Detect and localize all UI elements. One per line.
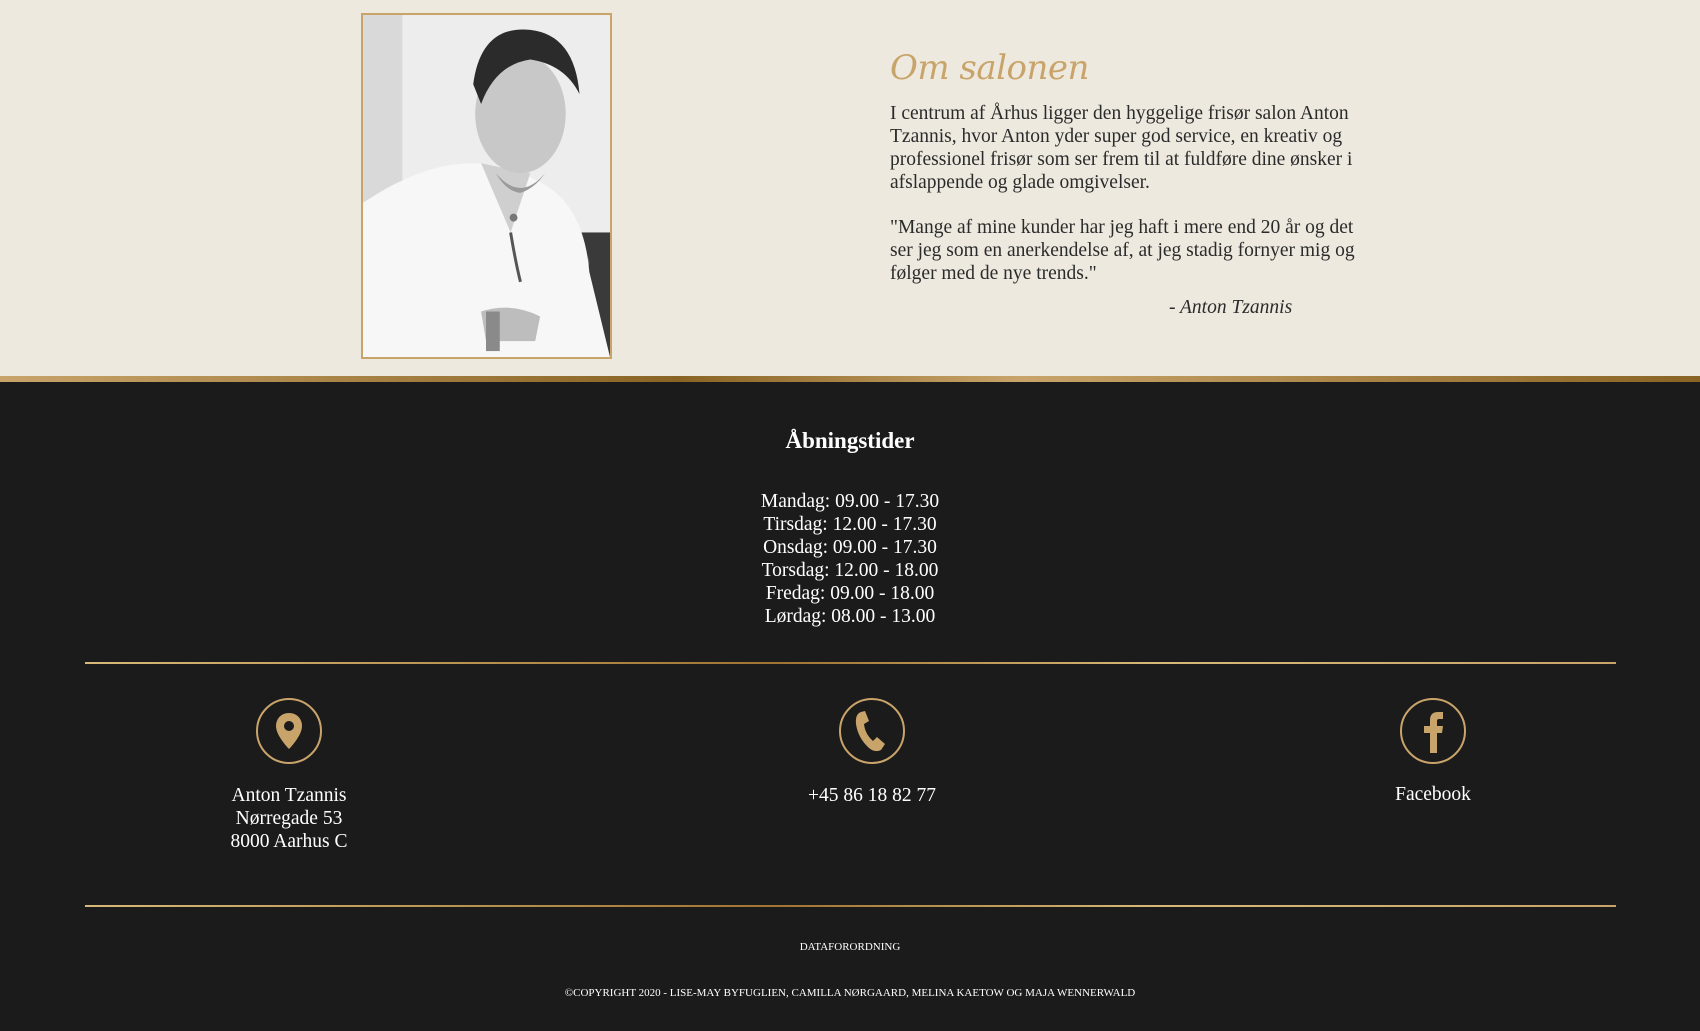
hours-monday: Mandag: 09.00 - 17.30 bbox=[760, 491, 940, 512]
address-column: Anton Tzannis Nørregade 53 8000 Aarhus C bbox=[139, 698, 439, 853]
about-section: Om salonen I centrum af Århus ligger den… bbox=[0, 0, 1700, 376]
hours-saturday: Lørdag: 08.00 - 13.00 bbox=[764, 606, 936, 627]
opening-hours-title: Åbningstider bbox=[785, 428, 915, 453]
about-paragraph: I centrum af Århus ligger den hyggelige … bbox=[890, 103, 1353, 193]
copyright-text: ©COPYRIGHT 2020 - LISE-MAY BYFUGLIEN, CA… bbox=[564, 987, 1136, 999]
address-text: Anton Tzannis Nørregade 53 8000 Aarhus C bbox=[139, 784, 439, 853]
footer-divider-bottom bbox=[85, 905, 1616, 907]
phone-number[interactable]: +45 86 18 82 77 bbox=[722, 784, 1022, 807]
privacy-link-row: DATAFORORDNING bbox=[0, 941, 1700, 953]
footer-divider-top bbox=[85, 662, 1616, 664]
opening-hours-list: Mandag: 09.00 - 17.30 Tirsdag: 12.00 - 1… bbox=[0, 490, 1700, 628]
location-pin-icon[interactable] bbox=[256, 698, 322, 764]
address-name: Anton Tzannis bbox=[231, 785, 347, 806]
hours-wednesday: Onsdag: 09.00 - 17.30 bbox=[763, 537, 937, 558]
about-signature: - Anton Tzannis bbox=[1169, 297, 1293, 318]
hours-friday: Fredag: 09.00 - 18.00 bbox=[765, 583, 935, 604]
phone-column: +45 86 18 82 77 bbox=[722, 698, 1022, 807]
facebook-link[interactable]: Facebook bbox=[1283, 783, 1583, 806]
about-title: Om salonen bbox=[890, 48, 1089, 88]
address-city: 8000 Aarhus C bbox=[230, 831, 348, 852]
hours-tuesday: Tirsdag: 12.00 - 17.30 bbox=[763, 514, 937, 535]
facebook-icon[interactable] bbox=[1400, 698, 1466, 764]
facebook-column: Facebook bbox=[1283, 698, 1583, 806]
privacy-link[interactable]: DATAFORORDNING bbox=[800, 941, 901, 953]
about-quote: "Mange af mine kunder har jeg haft i mer… bbox=[890, 217, 1355, 284]
address-street: Nørregade 53 bbox=[235, 808, 343, 829]
hours-thursday: Torsdag: 12.00 - 18.00 bbox=[761, 560, 939, 581]
owner-photo bbox=[361, 13, 612, 359]
site-footer: Åbningstider Mandag: 09.00 - 17.30 Tirsd… bbox=[0, 382, 1700, 1031]
phone-icon[interactable] bbox=[839, 698, 905, 764]
about-text-block: Om salonen I centrum af Århus ligger den… bbox=[890, 48, 1360, 319]
